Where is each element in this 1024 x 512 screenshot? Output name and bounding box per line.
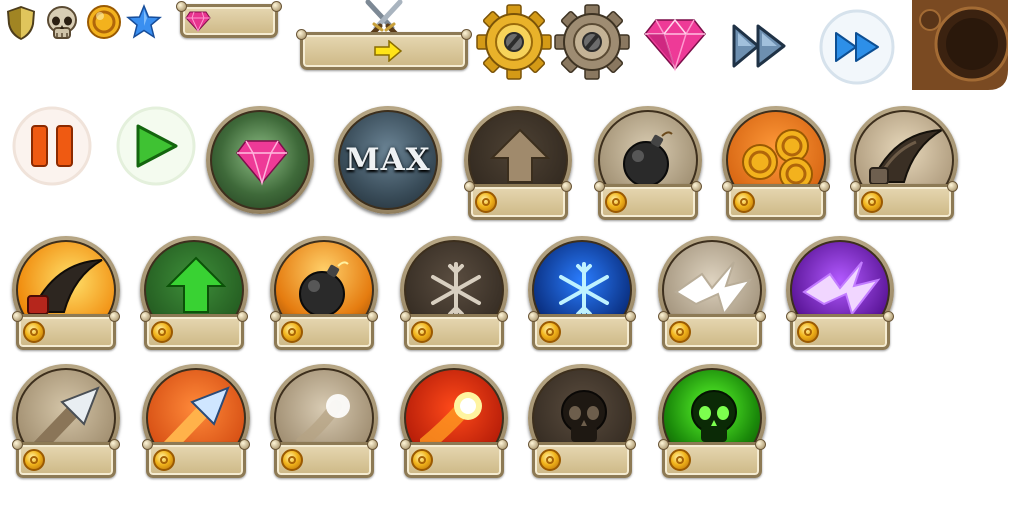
bronze-panel-fragment	[912, 0, 1008, 90]
coin-icon	[797, 321, 819, 343]
claw-icon	[864, 122, 948, 192]
gem-icon	[234, 138, 290, 186]
price-plate	[270, 311, 378, 350]
gold-gear-icon[interactable]	[476, 4, 552, 80]
coin-icon	[669, 321, 691, 343]
coin-icon	[281, 321, 303, 343]
light-fastforward-icon[interactable]	[818, 8, 896, 86]
price-plate	[528, 439, 636, 478]
max-badge: MAX	[334, 106, 442, 214]
price-plate	[528, 311, 636, 350]
gem-plate	[176, 1, 282, 38]
bomb-icon	[292, 256, 356, 320]
skull-icon	[44, 4, 80, 42]
coin-icon	[475, 191, 497, 213]
price-plate	[850, 181, 958, 220]
pause-button[interactable]	[10, 104, 94, 188]
coin-icon	[23, 321, 45, 343]
arrow-up-icon	[490, 128, 550, 184]
claw-icon	[24, 252, 108, 322]
price-plate	[594, 181, 702, 220]
bomb-icon	[616, 126, 680, 190]
snowflake-icon	[554, 260, 614, 320]
big-gem-icon	[642, 16, 708, 72]
gem-medal[interactable]	[206, 106, 314, 214]
dark-fastforward-icon[interactable]	[728, 16, 792, 76]
price-plate	[400, 311, 508, 350]
price-plate	[658, 439, 766, 478]
arrow-up-icon	[166, 256, 226, 314]
price-plate	[270, 439, 378, 478]
price-plate	[658, 311, 766, 350]
snowflake-icon	[426, 260, 486, 320]
arrow-right-icon	[373, 40, 403, 62]
price-plate	[464, 181, 572, 220]
max-label: MAX	[345, 142, 431, 178]
coin-icon	[411, 449, 433, 471]
price-plate	[722, 181, 830, 220]
price-plate	[12, 311, 120, 350]
coin-icon	[539, 321, 561, 343]
coin-icon	[411, 321, 433, 343]
star-icon	[126, 4, 162, 40]
price-plate	[786, 311, 894, 350]
coin-icon	[605, 191, 627, 213]
steel-gear-icon[interactable]	[554, 4, 630, 80]
coin-icon	[861, 191, 883, 213]
skull-icon	[686, 386, 742, 448]
coin-icon	[733, 191, 755, 213]
coin-icon	[151, 321, 173, 343]
price-plate	[12, 439, 120, 478]
price-plate	[400, 439, 508, 478]
coin-icon	[153, 449, 175, 471]
battle-plate[interactable]	[296, 29, 472, 70]
coin-icon	[539, 449, 561, 471]
play-button[interactable]	[114, 104, 198, 188]
gem-icon	[185, 10, 211, 32]
coin-icon	[86, 4, 122, 40]
coin-icon	[669, 449, 691, 471]
orb-icon	[296, 388, 356, 448]
fireball-icon	[420, 386, 492, 450]
price-plate	[140, 311, 248, 350]
price-plate	[142, 439, 250, 478]
shield-icon	[4, 4, 38, 42]
skull-icon	[556, 386, 612, 448]
coin-icon	[23, 449, 45, 471]
coin-icon	[281, 449, 303, 471]
